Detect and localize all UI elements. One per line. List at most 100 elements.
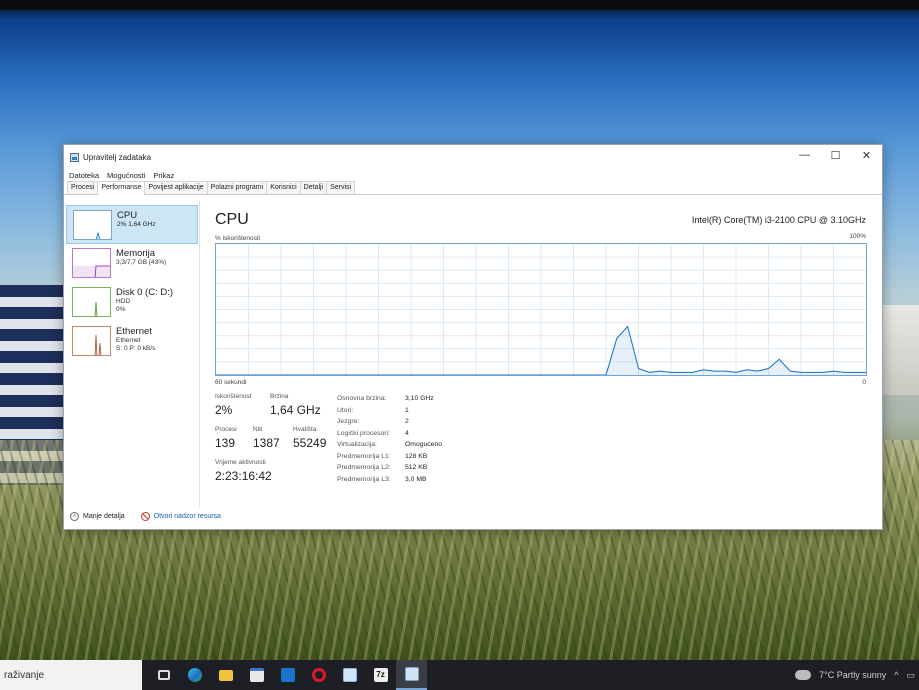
detail-value: 512 KB (405, 464, 428, 471)
detail-row: Predmemorija L2: 512 KB (337, 462, 442, 474)
memory-thumbnail-graph (72, 248, 111, 278)
menu-file[interactable]: Datoteka (69, 171, 99, 180)
graph-min-label: 0 (862, 379, 866, 386)
sidebar-item-cpu[interactable]: CPU 2% 1,64 GHz (66, 205, 198, 244)
stat-label: Vrijeme aktivnosti (215, 459, 266, 466)
detail-key: Predmemorija L2: (337, 464, 391, 471)
performance-panel: CPU 2% 1,64 GHz Memorija 3,3/7,7 GB (43%… (64, 195, 882, 507)
maximize-button[interactable]: ☐ (820, 145, 851, 165)
task-manager-app-icon (70, 152, 79, 162)
page-title: CPU (215, 211, 249, 228)
detail-row: Predmemorija L3: 3,0 MB (337, 474, 442, 486)
cpu-graph-svg (215, 244, 867, 376)
menu-options[interactable]: Mogućnosti (107, 171, 145, 180)
stat-speed: Brzina 1,64 GHz (270, 393, 321, 417)
sidebar-item-disk[interactable]: Disk 0 (C: D:) HDD 0% (66, 283, 198, 322)
tab-services[interactable]: Servisi (326, 181, 356, 194)
cpu-thumbnail-graph (73, 210, 112, 240)
cpu-details-table: Osnovna brzina: 3,10 GHz Utori: 1 Jezgre: 2… (337, 393, 442, 485)
system-tray: 7°C Partly sunny ^ ▭ (795, 660, 919, 690)
stat-label: Niti (253, 426, 263, 433)
task-manager-window: Upravitelj zadataka — ☐ ✕ Datoteka Moguć… (63, 144, 883, 530)
stat-value: 139 (215, 436, 236, 450)
graph-y-label: % iskorištenosti (215, 235, 261, 242)
title-bar[interactable]: Upravitelj zadataka — ☐ ✕ (64, 145, 882, 169)
tab-details[interactable]: Detalji (299, 181, 328, 194)
detail-key: Predmemorija L3: (337, 475, 391, 483)
monitor-bezel (0, 0, 919, 10)
stat-label: Procesi (215, 426, 237, 433)
detail-key: Osnovna brzina: (337, 395, 387, 402)
taskbar-search-box[interactable]: raživanje (0, 660, 142, 690)
detail-value: 2 (405, 418, 409, 425)
sidebar-item-label: Disk 0 (C: D:) (116, 287, 173, 298)
sidebar-item-value: 0% (116, 306, 126, 313)
tab-startup[interactable]: Polazni programi (206, 181, 268, 194)
tab-processes[interactable]: Procesi (67, 181, 99, 194)
detail-row: Jezgre: 2 (337, 416, 442, 428)
tab-performance[interactable]: Performanse (97, 181, 146, 195)
cpu-utilization-graph (215, 243, 867, 376)
opera-icon[interactable] (303, 660, 334, 690)
weather-text[interactable]: 7°C Partly sunny (819, 670, 886, 680)
detail-row: Predmemorija L1: 128 KB (337, 451, 442, 463)
stat-utilization: Iskorištenost 2% (215, 393, 252, 417)
7zip-icon[interactable]: 7z (365, 660, 396, 690)
fewer-details-link[interactable]: Manje detalja (83, 513, 125, 520)
detail-key: Virtualizacija: (337, 441, 377, 448)
sidebar-item-value: S: 0 P: 0 kB/s (116, 345, 156, 352)
menu-view[interactable]: Prikaz (153, 171, 174, 180)
stat-label: Hvatišta (293, 426, 317, 433)
minimize-button[interactable]: — (789, 145, 820, 165)
detail-value: 3,10 GHz (405, 395, 434, 402)
window-controls: — ☐ ✕ (789, 145, 882, 165)
notepad-icon[interactable] (334, 660, 365, 690)
sidebar-item-memory[interactable]: Memorija 3,3/7,7 GB (43%) (66, 244, 198, 283)
sidebar-item-ethernet[interactable]: Ethernet Ethernet S: 0 P: 0 kB/s (66, 322, 198, 361)
detail-key: Utori: (337, 406, 354, 414)
detail-row: Logički procesori: 4 (337, 428, 442, 440)
sidebar-divider (199, 201, 200, 507)
network-icon[interactable]: ▭ (906, 670, 915, 681)
file-explorer-icon[interactable] (210, 660, 241, 690)
ethernet-thumbnail-graph (72, 326, 111, 356)
stat-label: Brzina (270, 393, 289, 400)
stat-value: 2:23:16:42 (215, 469, 272, 483)
sidebar-item-value: 3,3/7,7 GB (43%) (116, 259, 167, 266)
detail-key: Logički procesori: (337, 429, 390, 437)
task-view-icon[interactable] (148, 660, 179, 690)
stat-handles: Hvatišta 55249 (293, 426, 326, 450)
chevron-up-icon[interactable]: ˄ (70, 512, 79, 521)
stat-label: Iskorištenost (215, 393, 252, 400)
stat-value: 2% (215, 403, 233, 417)
detail-value: 128 KB (405, 452, 428, 460)
close-button[interactable]: ✕ (851, 145, 882, 165)
edge-icon[interactable] (179, 660, 210, 690)
sidebar-item-value: 2% 1,64 GHz (117, 221, 156, 228)
detail-key: Predmemorija L1: (337, 452, 391, 460)
open-resource-monitor-link[interactable]: Otvori nadzor resursa (154, 513, 221, 520)
outlook-icon[interactable] (272, 660, 303, 690)
sidebar-item-type: HDD (116, 298, 131, 305)
stat-value: 55249 (293, 436, 327, 450)
stat-threads: Niti 1387 (253, 426, 280, 450)
detail-row: Osnovna brzina: 3,10 GHz (337, 393, 442, 405)
tab-app-history[interactable]: Povijest aplikacije (144, 181, 208, 194)
detail-key: Jezgre: (337, 418, 360, 425)
tray-chevron-icon[interactable]: ^ (894, 670, 898, 680)
store-icon[interactable] (241, 660, 272, 690)
sidebar-item-adapter: Ethernet (116, 337, 141, 344)
detail-value: 1 (405, 406, 409, 414)
resource-monitor-icon[interactable] (140, 512, 150, 521)
tab-bar: Procesi Performanse Povijest aplikacije … (64, 181, 882, 195)
stat-processes: Procesi 139 (215, 426, 237, 450)
stat-value: 1387 (253, 436, 280, 450)
tab-users[interactable]: Korisnici (266, 181, 301, 194)
cpu-model-name: Intel(R) Core(TM) i3-2100 CPU @ 3.10GHz (691, 215, 866, 225)
menu-bar: Datoteka Mogućnosti Prikaz (64, 169, 882, 181)
detail-row: Virtualizacija: Omogućeno (337, 439, 442, 451)
weather-cloud-icon[interactable] (795, 670, 812, 680)
task-manager-taskbar-icon[interactable] (396, 660, 427, 690)
stat-value: 1,64 GHz (270, 403, 321, 417)
graph-max-label: 100% (849, 233, 866, 240)
